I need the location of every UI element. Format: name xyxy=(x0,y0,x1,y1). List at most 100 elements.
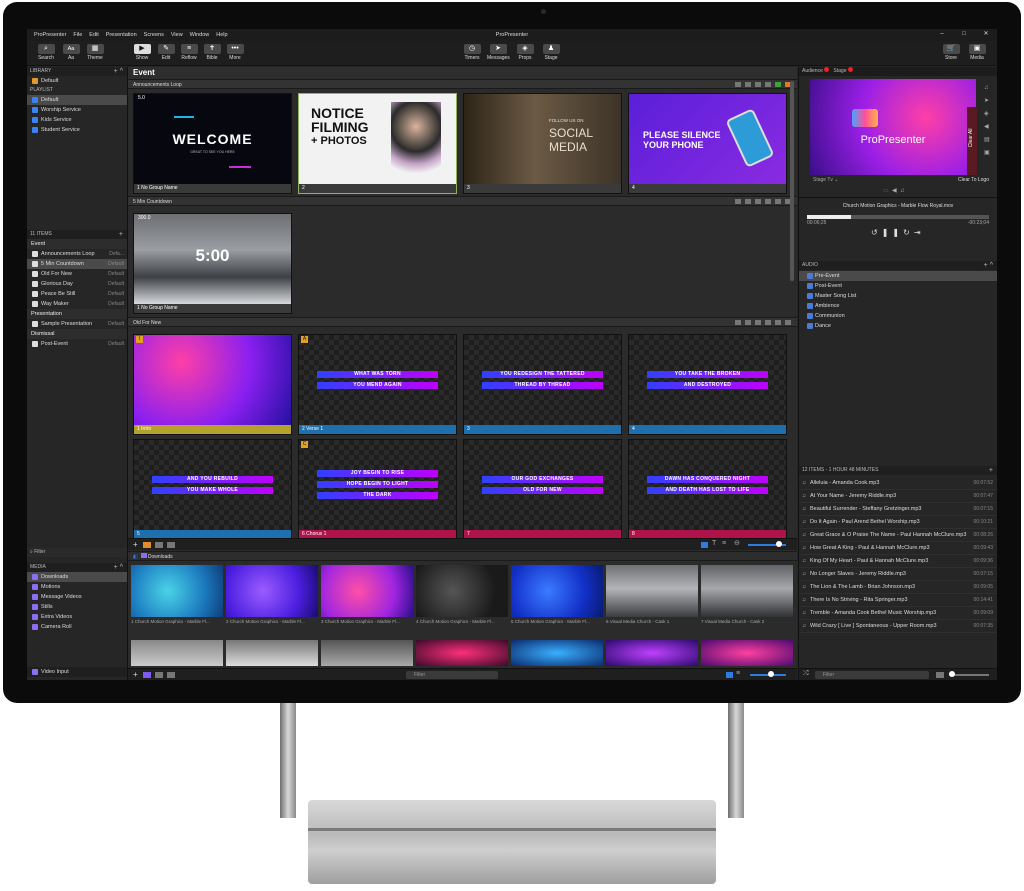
tool-icon[interactable] xyxy=(745,199,751,204)
playlist-item[interactable]: Kids Service xyxy=(27,115,127,125)
playlist-item[interactable]: Student Service xyxy=(27,125,127,135)
media-thumbnail[interactable]: 3 Church Motion Graphics - Marble Fl... xyxy=(321,565,413,627)
edit-button[interactable]: ✎ Edit xyxy=(155,44,177,62)
stage-button[interactable]: ♟ Stage xyxy=(540,44,562,62)
tab-audience[interactable]: Audience xyxy=(802,68,823,74)
item-row[interactable]: Peace Be Still Default xyxy=(27,289,127,299)
add-audio-icon[interactable]: + ^ xyxy=(984,261,993,270)
more-button[interactable]: ••• More xyxy=(224,44,246,62)
song-row[interactable]: ♫ Alleluia - Amanda Cook.mp3 00:07:52 xyxy=(799,477,997,490)
props-clear-icon[interactable]: ◈ xyxy=(984,108,990,121)
search-button[interactable]: ⌕ Search xyxy=(35,44,57,62)
item-row[interactable]: Old For New Default xyxy=(27,269,127,279)
audio-playlist-item[interactable]: Pre-Event xyxy=(799,271,997,281)
song-row[interactable]: ♫ No Longer Slaves - Jeremy Riddle.mp3 00:… xyxy=(799,568,997,581)
stage-layout-select[interactable]: Stage Tv ⌄ xyxy=(813,177,839,184)
media-thumbnail[interactable]: 1 Church Motion Graphics - Marble Fl... xyxy=(131,565,223,627)
video-icon[interactable] xyxy=(167,672,175,678)
settings-icon[interactable] xyxy=(775,199,781,204)
tab-stage[interactable]: Stage xyxy=(833,68,846,74)
list-view-icon[interactable]: ≡ xyxy=(736,670,740,678)
zoom-out-icon[interactable]: ⊖ xyxy=(734,540,740,548)
timers-button[interactable]: ◷ Timers xyxy=(461,44,483,62)
image-icon[interactable] xyxy=(155,672,163,678)
media-thumbnail[interactable]: 4 Church Motion Graphics - Marble Fl... xyxy=(416,565,508,627)
tool-icon[interactable] xyxy=(755,82,761,87)
close-button[interactable]: ✕ xyxy=(975,31,997,38)
media-item[interactable]: Camera Roll xyxy=(27,622,127,632)
song-slide[interactable]: DAWN HAS CONQUERED NIGHT AND DEATH HAS LO… xyxy=(628,439,787,540)
media-thumbnail[interactable] xyxy=(416,640,508,666)
media-thumbnail[interactable] xyxy=(321,640,413,666)
store-button[interactable]: 🛒 Store xyxy=(940,44,962,62)
shuffle-icon[interactable]: ⤮ xyxy=(803,670,809,678)
song-slide[interactable]: I 1 Intro xyxy=(133,334,292,435)
media-thumbnail[interactable]: 6 Visual Media Church - Cask 1 xyxy=(606,565,698,627)
slide-welcome[interactable]: 5.0 WELCOME GREAT TO SEE YOU HERE 1 No G… xyxy=(133,93,292,194)
rewind-icon[interactable]: ↺ xyxy=(871,228,882,237)
song-row[interactable]: ♫ Great Grace & O Praise The Name - Paul … xyxy=(799,529,997,542)
song-slide[interactable]: AND YOU REBUILD YOU MAKE WHOLE 5 xyxy=(133,439,292,540)
grid-view-icon[interactable] xyxy=(726,672,733,678)
song-row[interactable]: ♫ Beautiful Surrender - Steffany Gretzing… xyxy=(799,503,997,516)
theme-button[interactable]: ▦ Theme xyxy=(84,44,106,62)
media-thumbnail[interactable] xyxy=(606,640,698,666)
media-item[interactable]: Extra Videos xyxy=(27,612,127,622)
tool-icon[interactable] xyxy=(735,320,741,325)
video-input-button[interactable]: Video Input xyxy=(27,667,127,677)
announce-tab-icon[interactable]: ◀ xyxy=(892,188,897,194)
audio-playlist-item[interactable]: Ambience xyxy=(799,301,997,311)
media-thumbnail[interactable]: 2 Church Motion Graphics - Marble Fl... xyxy=(226,565,318,627)
song-row[interactable]: ♫ Tremble - Amanda Cook Bethel Music Wors… xyxy=(799,607,997,620)
announce-clear-icon[interactable]: ◀ xyxy=(984,121,990,134)
tool-icon[interactable] xyxy=(765,82,771,87)
bible-button[interactable]: ✝ Bible xyxy=(201,44,223,62)
song-slide[interactable]: YOU TAKE THE BROKEN AND DESTROYED 4 xyxy=(628,334,787,435)
tool-icon[interactable] xyxy=(745,320,751,325)
tool-icon[interactable] xyxy=(735,199,741,204)
tool-icon[interactable] xyxy=(765,199,771,204)
tool-icon[interactable] xyxy=(765,320,771,325)
skip-icon[interactable]: ⇥ xyxy=(914,228,925,237)
song-row[interactable]: ♫ The Lion & The Lamb - Brian Johnson.mp3… xyxy=(799,581,997,594)
song-row[interactable]: ♫ Do It Again - Paul Arend Bethel Worship… xyxy=(799,516,997,529)
song-row[interactable]: ♫ How Great A King - Paul & Hannah McClur… xyxy=(799,542,997,555)
messages-button[interactable]: ➤ Messages xyxy=(487,44,510,62)
media-item[interactable]: Message Videos xyxy=(27,592,127,602)
sidebar-toggle-icon[interactable]: ◧ xyxy=(133,554,138,560)
media-thumbnail[interactable]: 5 Church Motion Graphics - Marble Fl... xyxy=(511,565,603,627)
audio-view-icon[interactable] xyxy=(936,672,944,678)
media-item[interactable]: Motions xyxy=(27,582,127,592)
media-button[interactable]: ▣ Media xyxy=(966,44,988,62)
props-button[interactable]: ◈ Props xyxy=(514,44,536,62)
item-row[interactable]: Post-Event Default xyxy=(27,339,127,349)
video-icon[interactable] xyxy=(167,542,175,548)
audio-playlist-item[interactable]: Communion xyxy=(799,311,997,321)
item-row[interactable]: Way Maker Default xyxy=(27,299,127,309)
clear-to-logo-button[interactable]: Clear To Logo xyxy=(958,177,989,184)
forward-icon[interactable]: ↻ xyxy=(903,228,914,237)
layout-icon[interactable] xyxy=(143,542,151,548)
text-view-icon[interactable]: T xyxy=(712,540,716,548)
playlist-item[interactable]: Worship Service xyxy=(27,105,127,115)
audio-playlist-item[interactable]: Master Song List xyxy=(799,291,997,301)
grid-view-icon[interactable] xyxy=(701,542,708,548)
item-row[interactable]: Announcements Loop Defa... xyxy=(27,249,127,259)
audio-tab-icon[interactable]: ♫ xyxy=(900,188,905,194)
item-row[interactable]: Sample Presentation Default xyxy=(27,319,127,329)
library-default[interactable]: Default xyxy=(27,76,127,86)
media-item[interactable]: Stills xyxy=(27,602,127,612)
media-thumbnail[interactable]: 7 Visual Media Church - Cask 2 xyxy=(701,565,793,627)
message-clear-icon[interactable]: ➤ xyxy=(984,95,990,108)
slide-scrollbar[interactable] xyxy=(790,81,794,281)
audio-playlist-item[interactable]: Post-Event xyxy=(799,281,997,291)
volume-slider[interactable] xyxy=(949,674,989,676)
tool-icon[interactable] xyxy=(735,82,741,87)
image-icon[interactable] xyxy=(155,542,163,548)
list-view-icon[interactable]: ≡ xyxy=(722,540,726,548)
item-row[interactable]: Glorious Day Default xyxy=(27,279,127,289)
song-row[interactable]: ♫ There Is No Striving - Rita Springer.mp… xyxy=(799,594,997,607)
audio-filter-input[interactable]: Filter xyxy=(815,671,929,679)
media-filter-input[interactable]: Filter xyxy=(406,671,498,679)
text-button[interactable]: Aa Aa xyxy=(60,44,82,62)
